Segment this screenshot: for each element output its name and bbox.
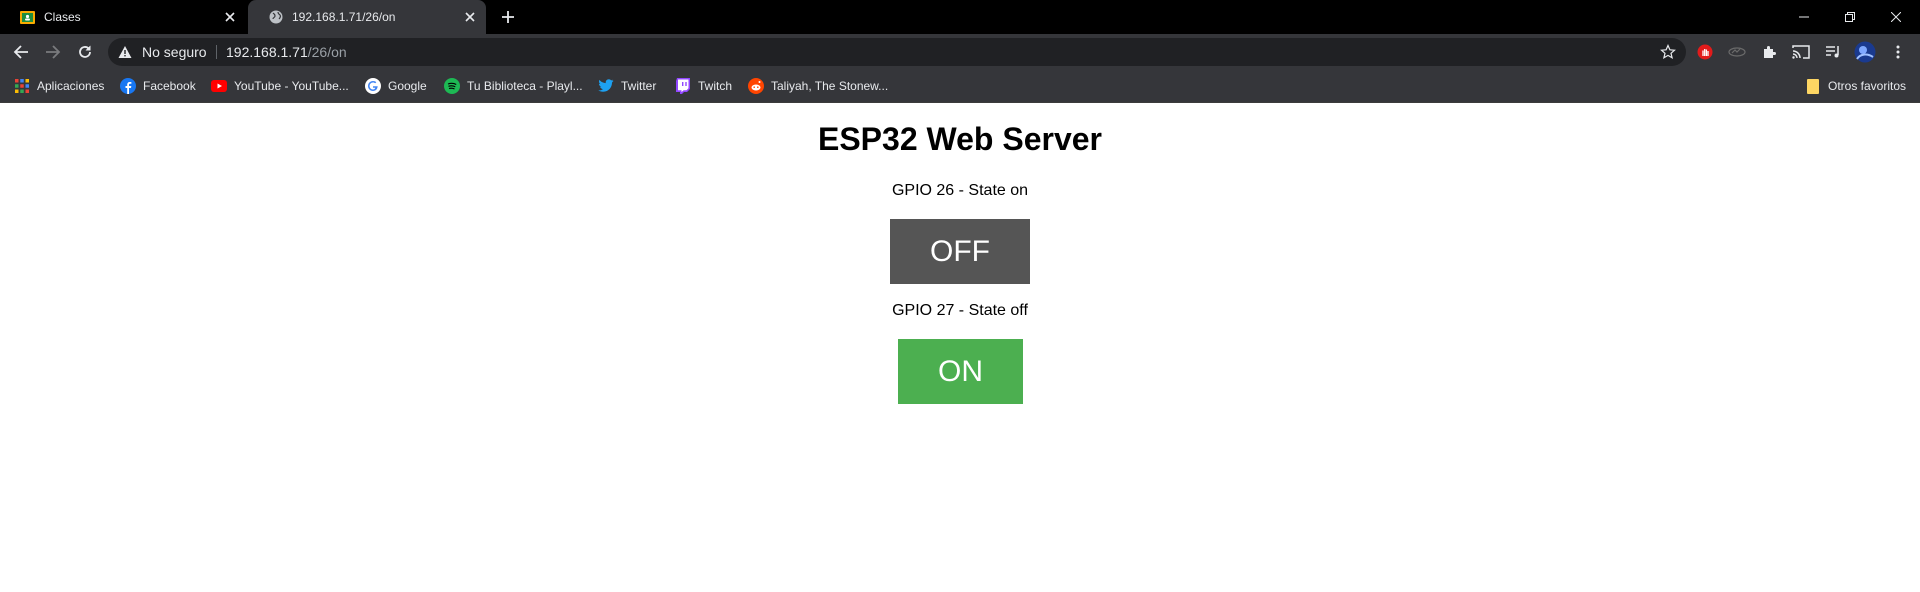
close-window-button[interactable] [1873,0,1919,34]
youtube-icon [211,78,227,94]
security-label[interactable]: No seguro [142,38,207,66]
folder-icon [1805,78,1821,94]
close-tab-icon[interactable] [458,5,482,29]
media-control-icon[interactable] [1821,40,1845,64]
bookmark-google[interactable]: Google [365,70,427,102]
bookmark-label: Taliyah, The Stonew... [771,79,889,93]
twitch-icon [675,78,691,94]
restore-button[interactable] [1827,0,1873,34]
tab-clases[interactable]: Clases [0,0,246,34]
bookmark-label: Google [388,79,427,93]
google-icon [365,78,381,94]
page-content: ESP32 Web Server GPIO 26 - State on OFF … [0,103,1920,592]
reload-icon [79,45,91,58]
forward-button[interactable] [37,36,69,68]
bookmark-youtube[interactable]: YouTube - YouTube... [211,70,349,102]
globe-icon [268,10,283,25]
bookmark-label: Twitch [698,79,733,93]
minimize-button[interactable] [1781,0,1827,34]
menu-kebab-icon[interactable] [1886,40,1910,64]
close-tab-icon[interactable] [218,5,242,29]
cast-icon[interactable] [1789,40,1813,64]
twitter-icon [598,78,614,94]
page-title: ESP32 Web Server [817,121,1102,157]
url-text[interactable]: 192.168.1.71/26/on [226,38,347,66]
bookmark-aplicaciones[interactable]: Aplicaciones [14,70,104,102]
tab-title: 192.168.1.71/26/on [292,10,396,24]
reload-button[interactable] [69,36,101,68]
spotify-icon [444,78,460,94]
bookmark-star-icon[interactable] [1658,42,1678,62]
url-host: 192.168.1.71 [226,44,308,60]
bookmark-twitter[interactable]: Twitter [598,70,656,102]
new-tab-button[interactable] [496,5,520,29]
warning-icon[interactable] [118,45,132,59]
bookmark-other-folder[interactable]: Otros favoritos [1805,70,1906,102]
bookmark-label: Otros favoritos [1828,79,1907,93]
bookmark-reddit[interactable]: Taliyah, The Stonew... [748,70,888,102]
puzzle-extensions-icon[interactable] [1757,40,1781,64]
bookmark-label: Twitter [621,79,657,93]
tab-title: Clases [44,10,81,24]
bookmark-label: Facebook [143,79,196,93]
back-arrow-icon [13,45,28,59]
bookmark-spotify[interactable]: Tu Biblioteca - Playl... [444,70,583,102]
bookmark-facebook[interactable]: Facebook [120,70,196,102]
bookmarks-bar: Aplicaciones Facebook YouTube - YouTube.… [0,70,1920,103]
browser-toolbar: No seguro 192.168.1.71/26/on [0,34,1920,70]
classroom-icon [20,10,35,25]
bookmark-label: YouTube - YouTube... [234,79,349,93]
address-bar[interactable]: No seguro 192.168.1.71/26/on [108,38,1686,66]
gpio-26-status: GPIO 26 - State on [891,182,1029,199]
avatar[interactable] [1853,40,1877,64]
forward-arrow-icon [46,45,61,59]
tab-active[interactable]: 192.168.1.71/26/on [248,0,486,34]
apps-grid-icon [14,78,30,94]
tab-strip: Clases 192.168.1.71/26/on [0,0,1920,34]
bookmark-label: Aplicaciones [37,79,105,93]
bookmark-twitch[interactable]: Twitch [675,70,732,102]
bookmark-label: Tu Biblioteca - Playl... [467,79,583,93]
gpio-27-on-button[interactable]: ON [898,339,1023,404]
reddit-icon [748,78,764,94]
adblock-extension-icon[interactable] [1693,40,1717,64]
url-path: /26/on [307,44,347,60]
gpio-27-status: GPIO 27 - State off [892,302,1028,319]
back-button[interactable] [5,36,37,68]
divider [216,45,217,59]
facebook-icon [120,78,136,94]
extension-icon[interactable] [1725,40,1749,64]
gpio-26-off-button[interactable]: OFF [890,219,1030,284]
